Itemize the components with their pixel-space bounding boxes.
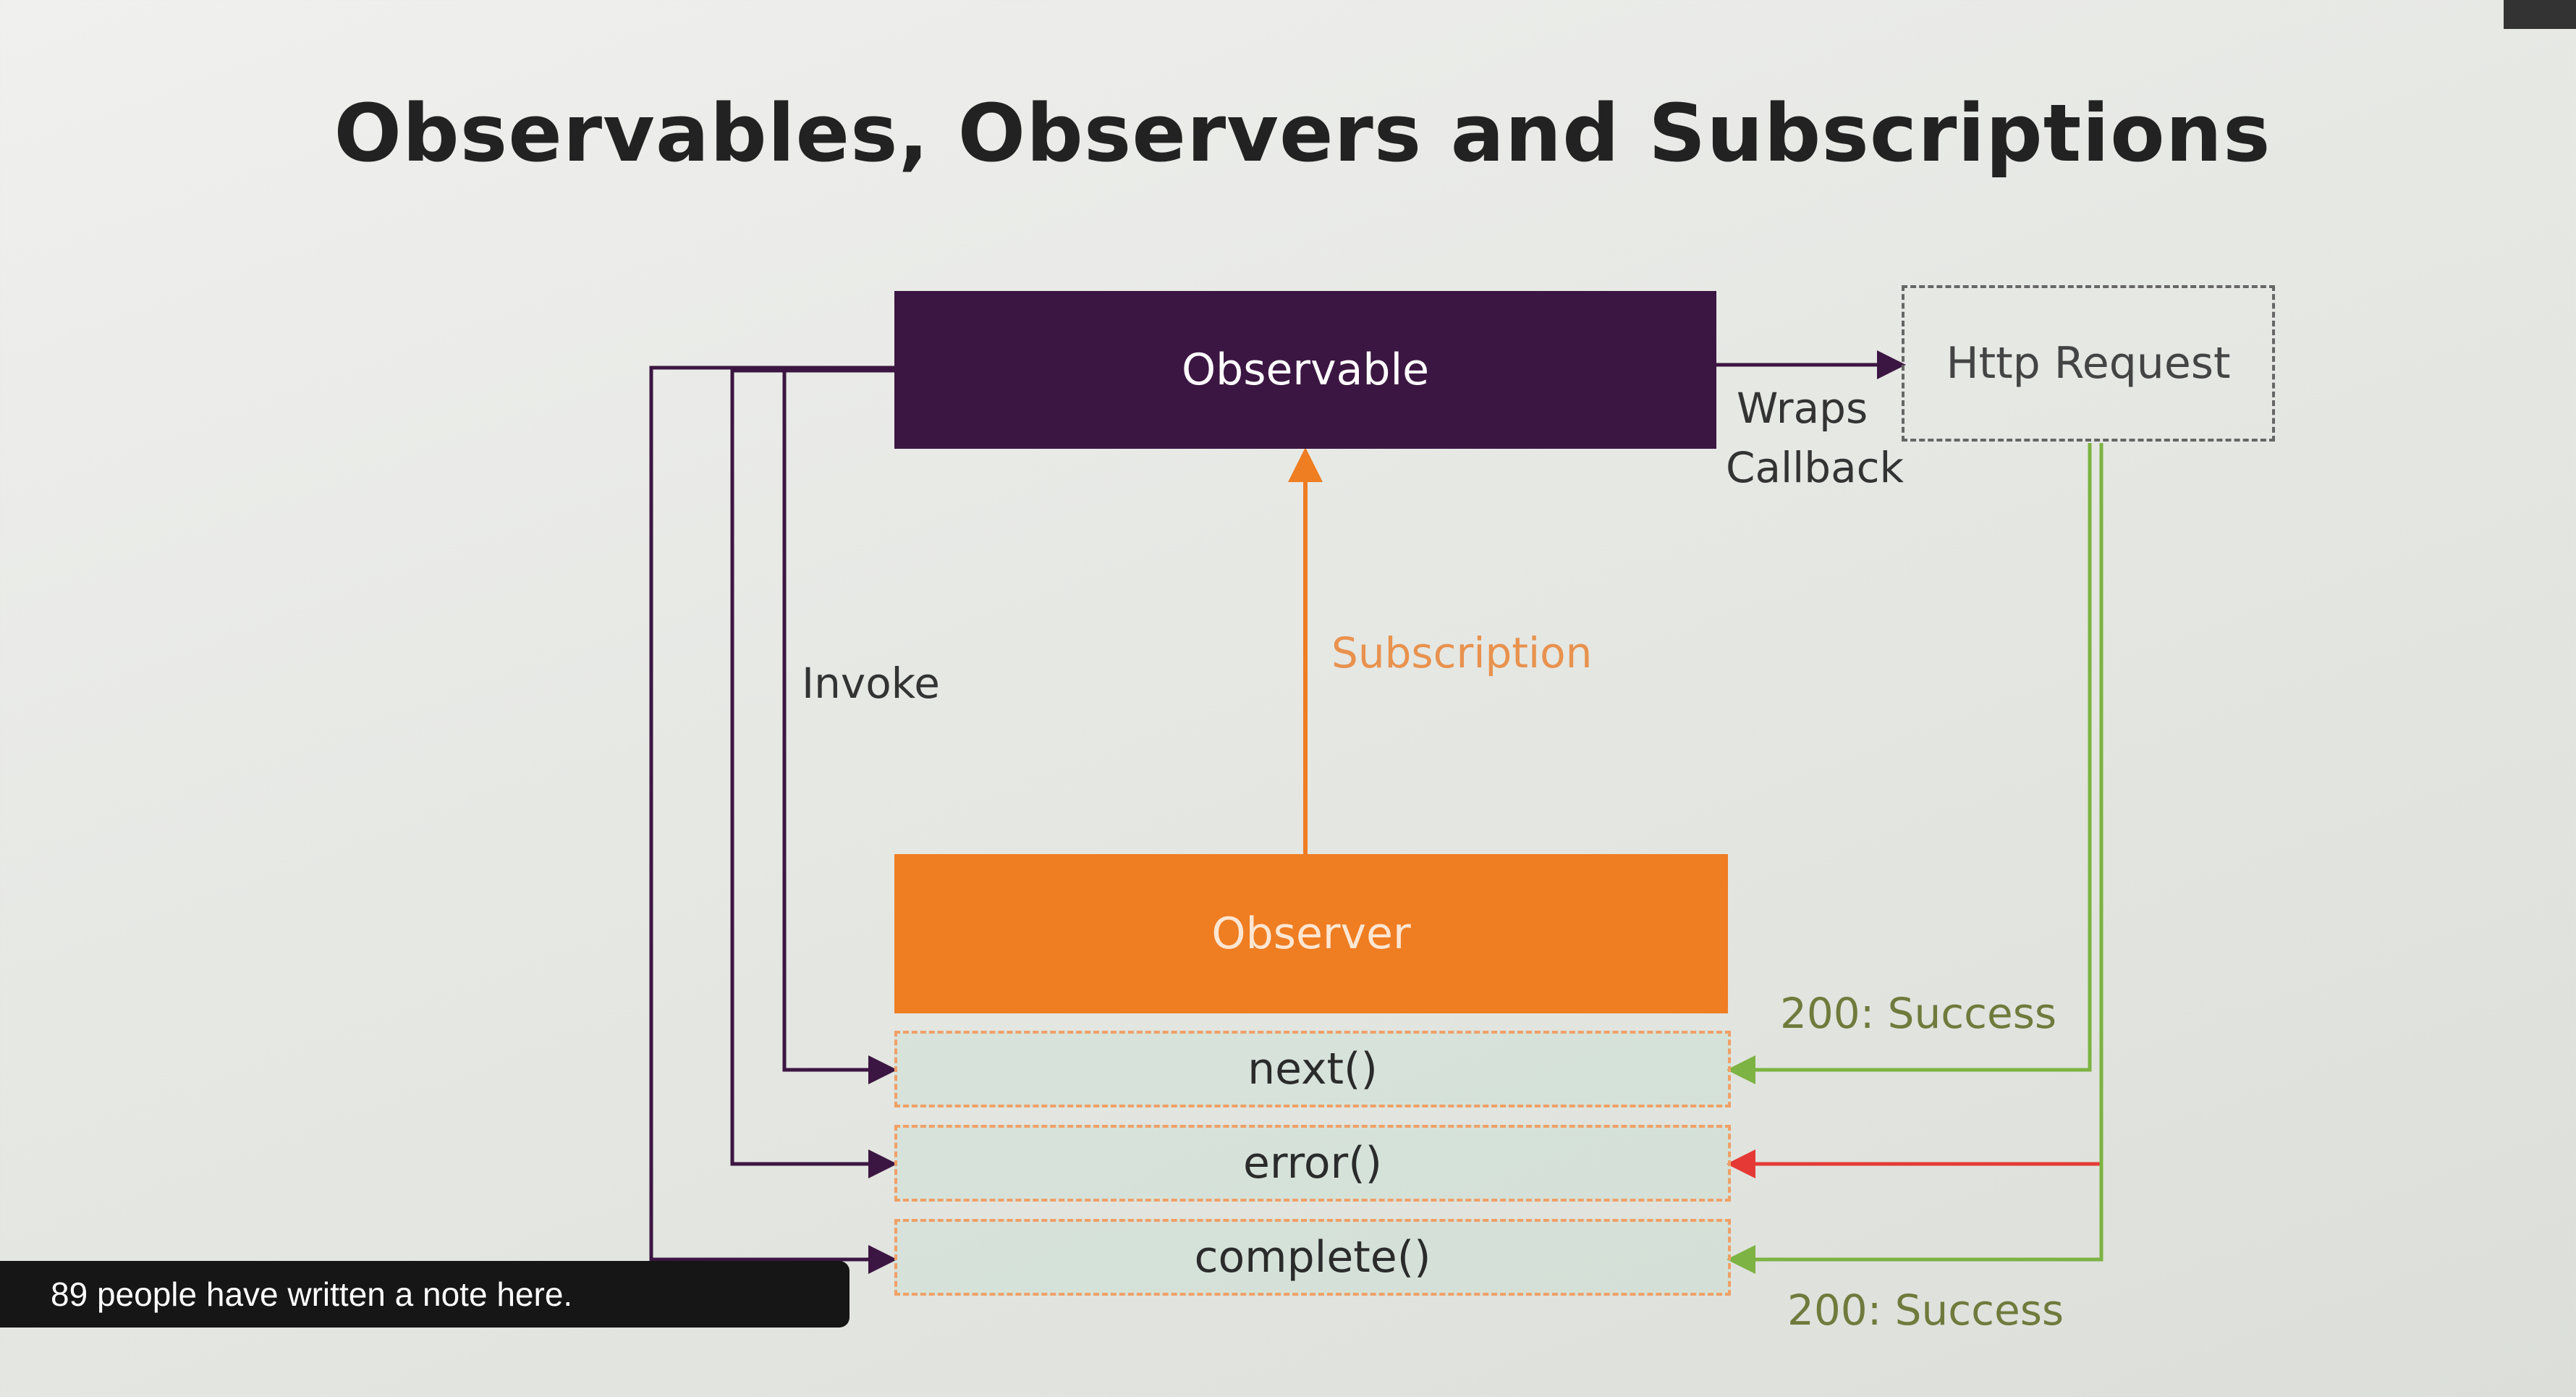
error-method-box: error() (894, 1125, 1731, 1202)
wraps-label: Wraps (1737, 384, 1868, 433)
observable-box: Observable (894, 291, 1716, 449)
note-banner-text: 89 people have written a note here. (51, 1275, 573, 1313)
invoke-line-error (730, 368, 897, 1178)
subscription-label: Subscription (1331, 628, 1593, 678)
invoke-label: Invoke (802, 659, 940, 708)
note-banner[interactable]: 89 people have written a note here. (0, 1261, 850, 1328)
callback-label: Callback (1726, 443, 1905, 492)
next-method-box: next() (894, 1031, 1731, 1107)
complete-method-box: complete() (894, 1219, 1731, 1296)
invoke-line-next (782, 368, 897, 1084)
observer-box: Observer (894, 854, 1728, 1013)
http-request-box: Http Request (1902, 285, 2275, 442)
invoke-line-complete (649, 366, 897, 1274)
success-label-bottom: 200: Success (1787, 1286, 2064, 1335)
success-arrow-complete (1726, 443, 2103, 1274)
success-arrow-next (1726, 443, 2092, 1084)
success-label-top: 200: Success (1780, 989, 2057, 1038)
